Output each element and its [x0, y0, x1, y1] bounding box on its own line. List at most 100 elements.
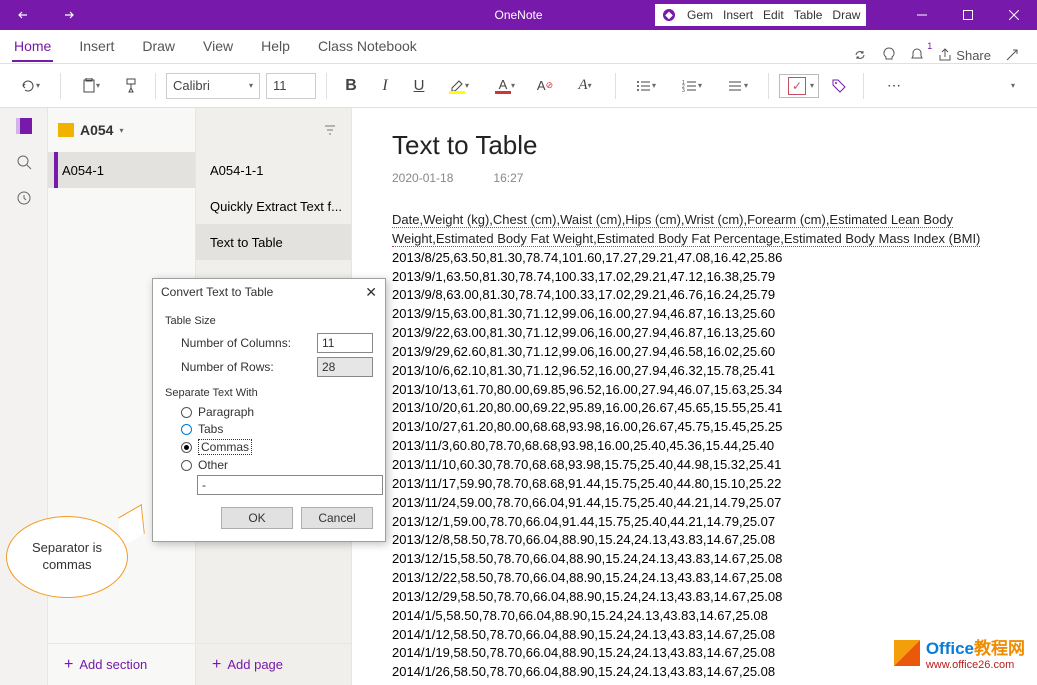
data-row[interactable]: 2013/10/13,61.70,80.00,69.85,96.52,16.00…	[392, 381, 997, 400]
data-row[interactable]: 2013/8/25,63.50,81.30,78.74,101.60,17.27…	[392, 249, 997, 268]
underline-button[interactable]: U	[405, 72, 433, 100]
divider	[768, 73, 769, 99]
tab-help[interactable]: Help	[259, 32, 292, 62]
close-button[interactable]	[991, 0, 1037, 30]
share-button[interactable]: Share	[938, 48, 991, 63]
data-row[interactable]: 2013/12/29,58.50,78.70,66.04,88.90,15.24…	[392, 588, 997, 607]
minimize-button[interactable]	[899, 0, 945, 30]
tab-home[interactable]: Home	[12, 32, 53, 62]
radio-other[interactable]: Other	[181, 458, 373, 472]
tab-class-notebook[interactable]: Class Notebook	[316, 32, 419, 62]
navigation-rail	[0, 108, 48, 685]
radio-commas[interactable]: Commas	[181, 439, 373, 455]
divider	[615, 73, 616, 99]
format-painter-button[interactable]	[117, 72, 145, 100]
gem-icon: ◆	[661, 7, 677, 23]
data-row[interactable]: 2014/1/5,58.50,78.70,66.04,88.90,15.24,2…	[392, 607, 997, 626]
page-item[interactable]: Quickly Extract Text f...	[196, 188, 351, 224]
styles-button[interactable]: A▾	[565, 72, 605, 100]
page-item[interactable]: Text to Table	[196, 224, 351, 260]
data-row[interactable]: 2013/12/1,59.00,78.70,66.04,91.44,15.75,…	[392, 513, 997, 532]
font-size-select[interactable]: 11	[266, 73, 316, 99]
notebooks-icon[interactable]	[0, 118, 47, 134]
num-columns-input[interactable]: 11	[317, 333, 373, 353]
page-meta: 2020-01-18 16:27	[392, 171, 997, 185]
data-row[interactable]: 2013/10/27,61.20,80.00,68.68,93.98,16.00…	[392, 418, 997, 437]
table-size-label: Table Size	[165, 315, 373, 327]
body-header-line[interactable]: Date,Weight (kg),Chest (cm),Waist (cm),H…	[392, 211, 997, 249]
radio-paragraph[interactable]: Paragraph	[181, 405, 373, 419]
data-row[interactable]: 2013/12/22,58.50,78.70,66.04,88.90,15.24…	[392, 569, 997, 588]
data-row[interactable]: 2013/10/6,62.10,81.30,71.12,96.52,16.00,…	[392, 362, 997, 381]
font-name-select[interactable]: Calibri▾	[166, 73, 260, 99]
tab-view[interactable]: View	[201, 32, 235, 62]
body-data-lines[interactable]: 2013/8/25,63.50,81.30,78.74,101.60,17.27…	[392, 249, 997, 682]
todo-tag-button[interactable]: ✓▾	[779, 74, 819, 98]
page-item[interactable]: A054-1-1	[196, 152, 351, 188]
numbering-button[interactable]: 123▾	[672, 72, 712, 100]
page-title[interactable]: Text to Table	[392, 130, 997, 161]
dialog-close-button[interactable]: ✕	[365, 284, 377, 301]
back-button[interactable]	[0, 0, 46, 30]
font-color-button[interactable]: A▾	[485, 72, 525, 100]
tags-button[interactable]	[825, 72, 853, 100]
undo-button[interactable]: ▾	[10, 72, 50, 100]
collapse-ribbon-button[interactable]: ▾	[999, 72, 1027, 100]
data-row[interactable]: 2013/9/22,63.00,81.30,71.12,99.06,16.00,…	[392, 324, 997, 343]
data-row[interactable]: 2013/12/15,58.50,78.70,66.04,88.90,15.24…	[392, 550, 997, 569]
sync-icon[interactable]	[852, 47, 868, 63]
add-page-button[interactable]: +Add page	[196, 643, 351, 685]
clear-formatting-button[interactable]: A⊘	[531, 72, 559, 100]
bulb-icon[interactable]	[882, 47, 896, 63]
folder-icon	[58, 123, 74, 137]
notebook-selector[interactable]: A054 ▾	[48, 108, 195, 152]
num-rows-input[interactable]: 28	[317, 357, 373, 377]
data-row[interactable]: 2013/9/15,63.00,81.30,71.12,99.06,16.00,…	[392, 305, 997, 324]
notification-icon[interactable]: 1	[910, 47, 924, 63]
gem-menu-draw[interactable]: Draw	[832, 8, 860, 22]
gem-menu-gem[interactable]: Gem	[687, 8, 713, 22]
ok-button[interactable]: OK	[221, 507, 293, 529]
sort-pages-button[interactable]	[196, 108, 351, 152]
data-row[interactable]: 2013/10/20,61.20,80.00,69.22,95.89,16.00…	[392, 399, 997, 418]
data-row[interactable]: 2013/11/24,59.00,78.70,66.04,91.44,15.75…	[392, 494, 997, 513]
data-row[interactable]: 2013/11/10,60.30,78.70,68.68,93.98,15.75…	[392, 456, 997, 475]
notification-count: 1	[927, 41, 932, 51]
page-date: 2020-01-18	[392, 171, 453, 185]
ribbon-tabs-row: Home Insert Draw View Help Class Noteboo…	[0, 30, 1037, 64]
num-rows-label: Number of Rows:	[181, 360, 274, 374]
watermark: Office教程网 www.office26.com	[894, 634, 1025, 671]
bold-button[interactable]: B	[337, 72, 365, 100]
page-content[interactable]: Text to Table 2020-01-18 16:27 Date,Weig…	[352, 108, 1037, 685]
other-separator-input[interactable]: -	[197, 475, 383, 495]
data-row[interactable]: 2013/11/3,60.80,78.70,68.68,93.98,16.00,…	[392, 437, 997, 456]
app-title: OneNote	[494, 8, 542, 22]
gem-menu-table[interactable]: Table	[794, 8, 823, 22]
search-icon[interactable]	[0, 154, 47, 170]
svg-text:3: 3	[682, 88, 685, 93]
more-button[interactable]: ⋯	[874, 72, 914, 100]
radio-tabs[interactable]: Tabs	[181, 422, 373, 436]
clipboard-button[interactable]: ▾	[71, 72, 111, 100]
cancel-button[interactable]: Cancel	[301, 507, 373, 529]
data-row[interactable]: 2013/9/1,63.50,81.30,78.74,100.33,17.02,…	[392, 268, 997, 287]
add-section-button[interactable]: +Add section	[48, 643, 195, 685]
italic-button[interactable]: I	[371, 72, 399, 100]
section-item[interactable]: A054-1	[48, 152, 195, 188]
bullets-button[interactable]: ▾	[626, 72, 666, 100]
tab-insert[interactable]: Insert	[77, 32, 116, 62]
data-row[interactable]: 2013/11/17,59.90,78.70,68.68,91.44,15.75…	[392, 475, 997, 494]
forward-button[interactable]	[46, 0, 92, 30]
data-row[interactable]: 2013/9/29,62.60,81.30,71.12,99.06,16.00,…	[392, 343, 997, 362]
gem-menu-insert[interactable]: Insert	[723, 8, 753, 22]
data-row[interactable]: 2013/12/8,58.50,78.70,66.04,88.90,15.24,…	[392, 531, 997, 550]
fullscreen-icon[interactable]	[1005, 48, 1019, 62]
separator-header: Separate Text With	[165, 387, 373, 399]
data-row[interactable]: 2013/9/8,63.00,81.30,78.74,100.33,17.02,…	[392, 286, 997, 305]
gem-menu-edit[interactable]: Edit	[763, 8, 784, 22]
paragraph-button[interactable]: ▾	[718, 72, 758, 100]
maximize-button[interactable]	[945, 0, 991, 30]
tab-draw[interactable]: Draw	[140, 32, 177, 62]
highlight-button[interactable]: ▾	[439, 72, 479, 100]
recent-icon[interactable]	[0, 190, 47, 206]
